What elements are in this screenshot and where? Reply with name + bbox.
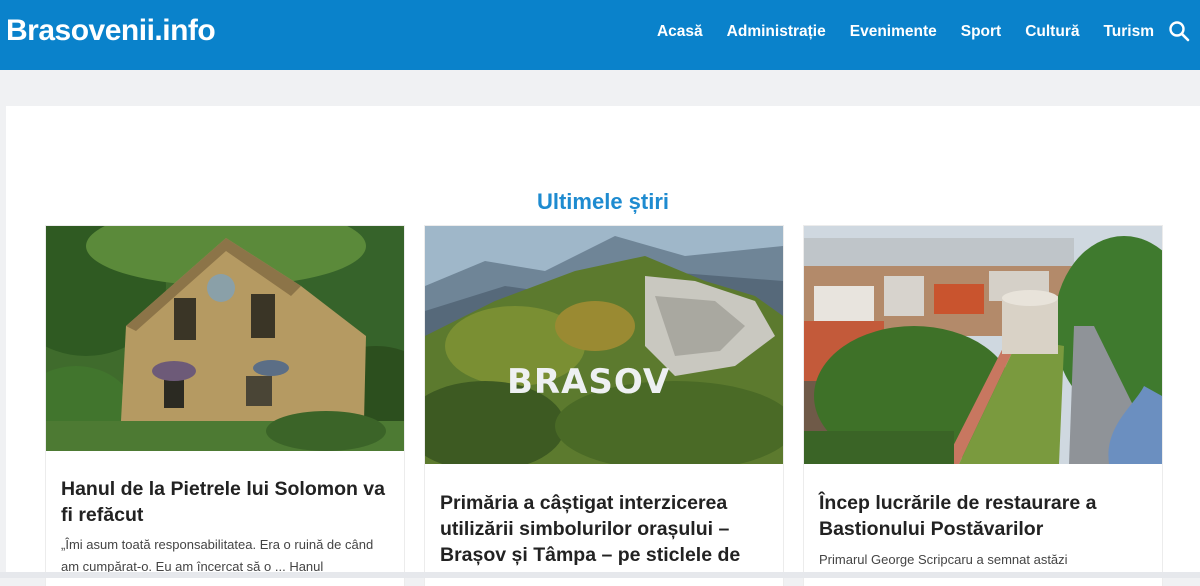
news-card-title[interactable]: Hanul de la Pietrele lui Solomon va fi r…	[61, 476, 391, 528]
news-card-image-bastion[interactable]	[804, 226, 1162, 464]
site-logo[interactable]: Brasovenii.info	[6, 14, 216, 48]
nav-item-evenimente[interactable]: Evenimente	[850, 23, 937, 41]
main-content: Ultimele știri Hanul de la Pietrele lui …	[6, 106, 1200, 586]
site-header: Brasovenii.info Acasă Administrație Even…	[0, 0, 1200, 70]
news-card-excerpt: Primarul George Scripcaru a semnat astăz…	[819, 552, 1068, 567]
search-icon[interactable]	[1168, 20, 1190, 42]
news-card-title[interactable]: Încep lucrările de restaurare a Bastionu…	[819, 490, 1149, 542]
news-card[interactable]: Încep lucrările de restaurare a Bastionu…	[804, 226, 1162, 586]
nav-item-sport[interactable]: Sport	[961, 23, 1001, 41]
bottom-edge	[0, 572, 1200, 578]
news-card-title[interactable]: Primăria a câștigat interzicerea utiliză…	[440, 490, 770, 568]
nav-item-administratie[interactable]: Administrație	[727, 23, 826, 41]
nav-item-cultura[interactable]: Cultură	[1025, 23, 1079, 41]
nav-item-turism[interactable]: Turism	[1103, 23, 1154, 41]
news-card-image-brasov-sign[interactable]: BRASOV	[425, 226, 783, 464]
brasov-sign-text: BRASOV	[507, 362, 670, 402]
news-card-image-ruin[interactable]	[46, 226, 404, 451]
news-card[interactable]: BRASOV Primăria a câștigat interzicerea …	[425, 226, 783, 586]
main-nav: Acasă Administrație Evenimente Sport Cul…	[633, 0, 1154, 64]
news-card[interactable]: Hanul de la Pietrele lui Solomon va fi r…	[46, 226, 404, 586]
nav-item-acasa[interactable]: Acasă	[657, 23, 703, 41]
section-title: Ultimele știri	[536, 189, 670, 215]
